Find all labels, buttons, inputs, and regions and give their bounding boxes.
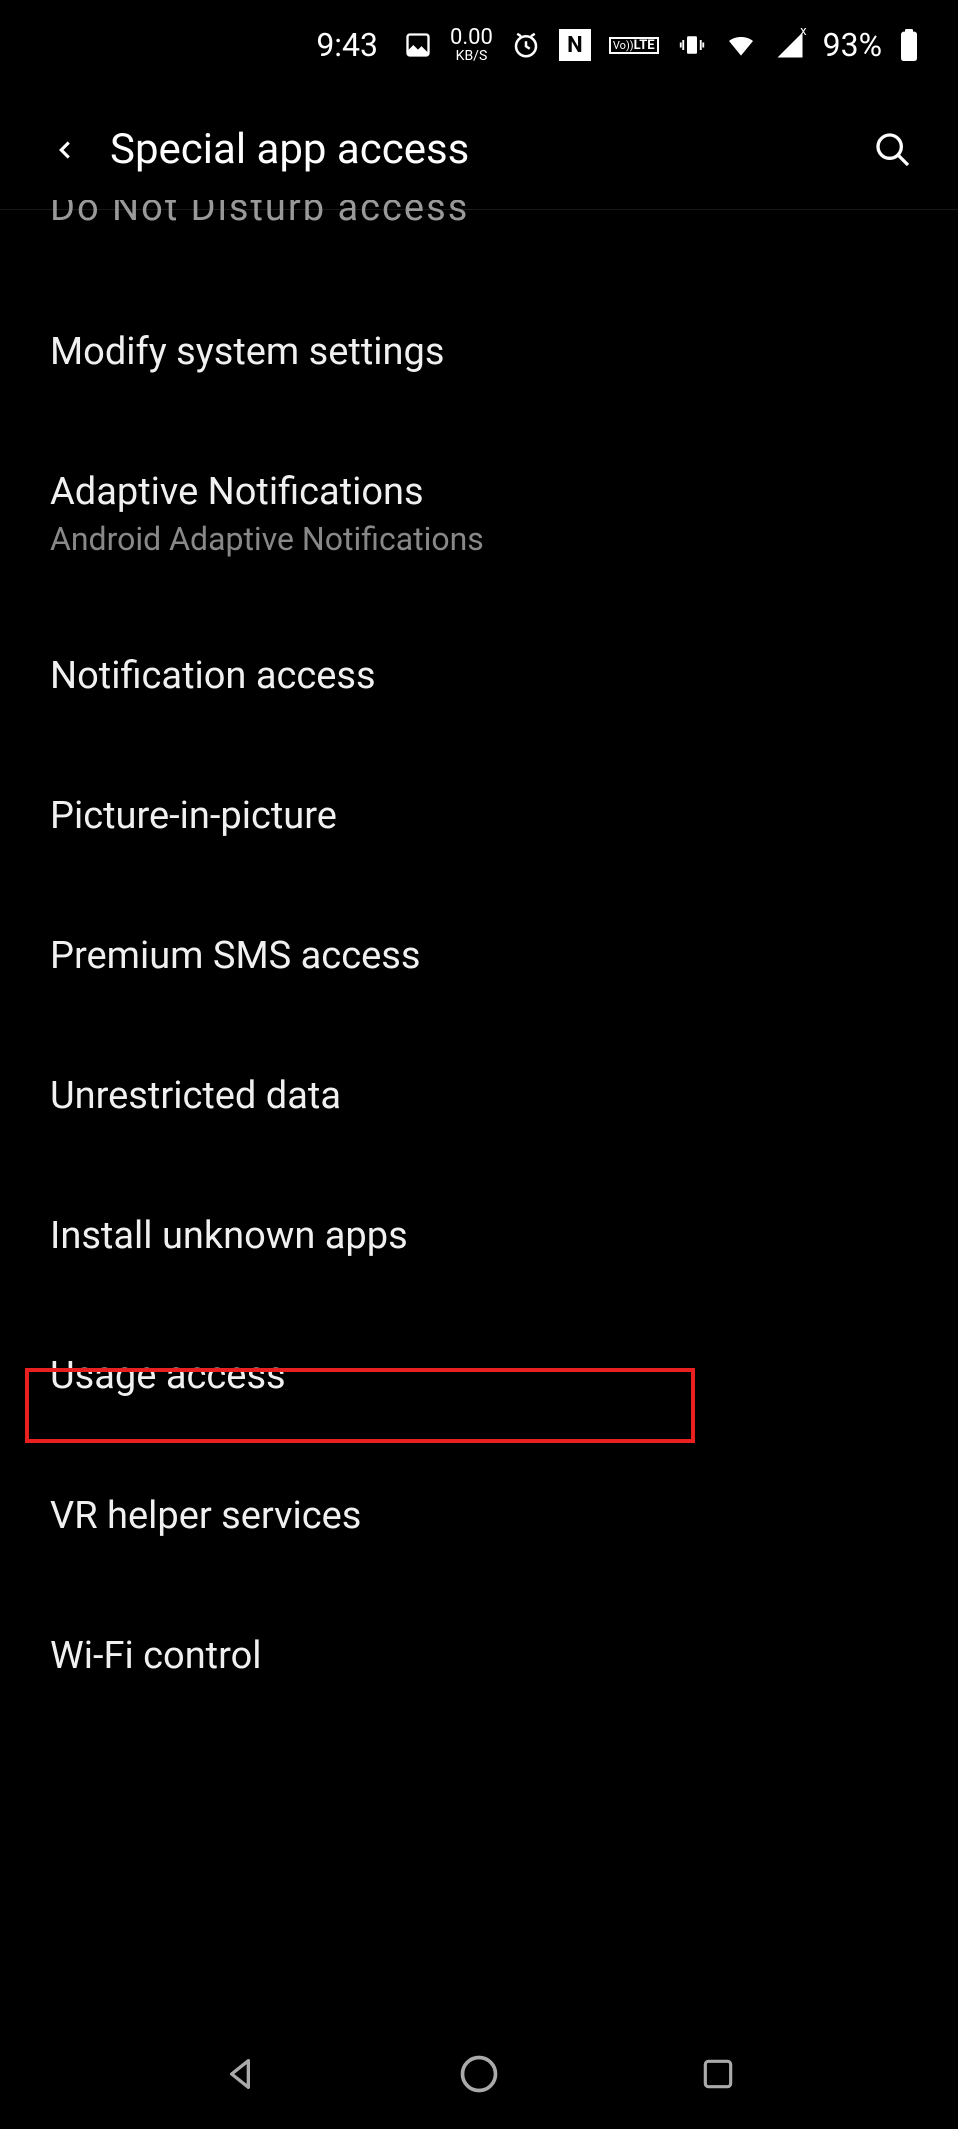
- wifi-icon: [725, 29, 757, 61]
- cellular-signal-icon: x: [775, 30, 805, 60]
- settings-list: Do Not Disturb access Modify system sett…: [0, 200, 958, 1726]
- network-speed: 0.00 KB/S: [450, 27, 493, 63]
- list-item-install-unknown[interactable]: Install unknown apps: [0, 1166, 958, 1306]
- item-subtitle: Android Adaptive Notifications: [50, 520, 908, 558]
- battery-percentage: 93%: [823, 26, 882, 64]
- nfc-icon: N: [559, 29, 591, 61]
- search-button[interactable]: [868, 125, 918, 175]
- item-title: Premium SMS access: [50, 934, 908, 978]
- item-title: VR helper services: [50, 1494, 908, 1538]
- list-item-adaptive-notifications[interactable]: Adaptive Notifications Android Adaptive …: [0, 422, 958, 606]
- item-title-partial: Do Not Disturb access: [50, 200, 908, 230]
- item-title: Modify system settings: [50, 330, 908, 374]
- list-item-usage-access[interactable]: Usage access: [0, 1306, 958, 1446]
- page-title: Special app access: [110, 125, 868, 174]
- image-icon: [404, 31, 432, 59]
- item-title: Adaptive Notifications: [50, 470, 908, 514]
- item-title: Notification access: [50, 654, 908, 698]
- list-item-picture-in-picture[interactable]: Picture-in-picture: [0, 746, 958, 886]
- list-item-premium-sms[interactable]: Premium SMS access: [0, 886, 958, 1026]
- vibrate-icon: [677, 30, 707, 60]
- navigation-bar: [0, 2019, 958, 2129]
- list-item-modify-system[interactable]: Modify system settings: [0, 260, 958, 422]
- status-bar: 9:43 0.00 KB/S N Vo)) LTE x 93%: [0, 0, 958, 90]
- nav-recents-button[interactable]: [688, 2044, 748, 2104]
- status-time: 9:43: [316, 26, 378, 64]
- list-item-notification-access[interactable]: Notification access: [0, 606, 958, 746]
- item-title: Unrestricted data: [50, 1074, 908, 1118]
- item-title: Picture-in-picture: [50, 794, 908, 838]
- back-button[interactable]: [40, 125, 90, 175]
- nav-home-button[interactable]: [449, 2044, 509, 2104]
- item-title: Wi-Fi control: [50, 1634, 908, 1678]
- list-item-unrestricted-data[interactable]: Unrestricted data: [0, 1026, 958, 1166]
- alarm-icon: [511, 30, 541, 60]
- battery-icon: [900, 29, 918, 61]
- app-header: Special app access: [0, 90, 958, 210]
- list-item-vr-helper[interactable]: VR helper services: [0, 1446, 958, 1586]
- nav-back-button[interactable]: [210, 2044, 270, 2104]
- item-title: Usage access: [50, 1354, 908, 1398]
- item-title: Install unknown apps: [50, 1214, 908, 1258]
- list-item-dnd-partial[interactable]: Do Not Disturb access: [0, 200, 958, 260]
- list-item-wifi-control[interactable]: Wi-Fi control: [0, 1586, 958, 1726]
- volte-icon: Vo)) LTE: [609, 37, 659, 54]
